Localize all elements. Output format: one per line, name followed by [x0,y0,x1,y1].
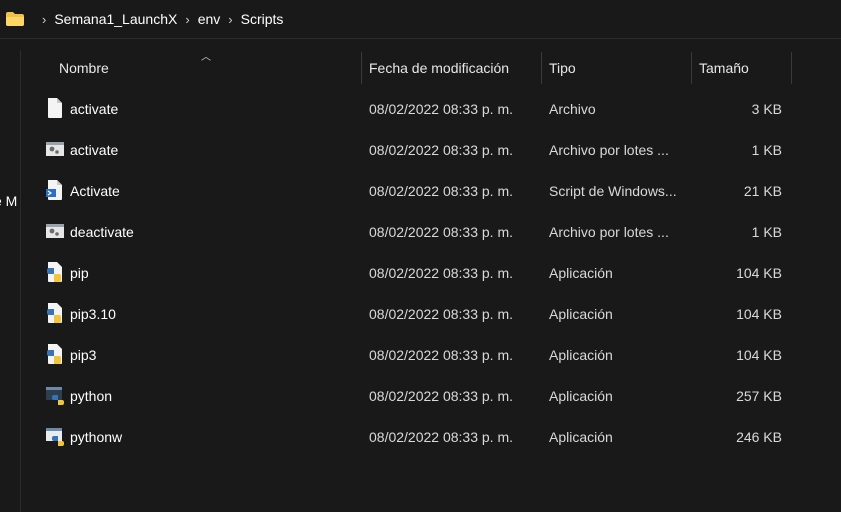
sort-ascending-icon: ︿ [201,52,211,63]
column-divider[interactable] [791,52,792,84]
column-header-name[interactable]: Nombre [59,60,109,76]
file-row[interactable]: pip 08/02/2022 08:33 p. m. Aplicación 10… [22,253,841,294]
file-name: activate [70,101,119,117]
chevron-right-icon[interactable]: › [42,12,46,27]
file-row[interactable]: activate 08/02/2022 08:33 p. m. Archivo … [22,89,841,130]
file-row[interactable]: pip3.10 08/02/2022 08:33 p. m. Aplicació… [22,294,841,335]
breadcrumb-item[interactable]: Semana1_LaunchX [54,11,177,27]
file-date: 08/02/2022 08:33 p. m. [369,265,513,281]
batch-file-icon [46,221,64,241]
file-type: Archivo por lotes ... [549,224,669,240]
file-size: 21 KB [743,183,782,199]
file-date: 08/02/2022 08:33 p. m. [369,306,513,322]
chevron-right-icon[interactable]: › [185,12,189,27]
file-name: python [70,388,113,404]
python-app-icon [46,262,64,282]
file-size: 246 KB [736,429,782,445]
file-date: 08/02/2022 08:33 p. m. [369,429,513,445]
python-console-icon [46,385,64,405]
file-size: 1 KB [751,224,782,240]
chevron-right-icon[interactable]: › [228,12,232,27]
column-header-type[interactable]: Tipo [549,60,576,76]
column-header-row: ︿ Nombre Fecha de modificación Tipo Tama… [22,50,841,86]
file-size: 104 KB [736,347,782,363]
file-type: Aplicación [549,347,613,363]
column-divider[interactable] [541,52,542,84]
file-name: deactivate [70,224,134,240]
file-date: 08/02/2022 08:33 p. m. [369,224,513,240]
file-row[interactable]: pythonw 08/02/2022 08:33 p. m. Aplicació… [22,417,841,458]
python-app-icon [46,344,64,364]
powershell-script-icon [46,180,64,200]
column-header-size[interactable]: Tamaño [699,60,749,76]
file-date: 08/02/2022 08:33 p. m. [369,101,513,117]
file-type: Aplicación [549,306,613,322]
file-type: Aplicación [549,429,613,445]
batch-file-icon [46,139,64,159]
folder-icon [6,12,24,26]
breadcrumb-item[interactable]: Scripts [241,11,284,27]
column-divider[interactable] [361,52,362,84]
file-date: 08/02/2022 08:33 p. m. [369,142,513,158]
python-app-icon [46,303,64,323]
file-name: pip3 [70,347,97,363]
divider [0,38,841,39]
file-type: Archivo por lotes ... [549,142,669,158]
file-name: pip [70,265,89,281]
navigation-pane[interactable] [0,50,21,512]
breadcrumb-item[interactable]: env [198,11,221,27]
file-size: 3 KB [751,101,782,117]
file-size: 257 KB [736,388,782,404]
file-type: Archivo [549,101,596,117]
file-name: pythonw [70,429,123,445]
file-name: Activate [70,183,120,199]
file-date: 08/02/2022 08:33 p. m. [369,347,513,363]
file-size: 104 KB [736,265,782,281]
file-name: pip3.10 [70,306,116,322]
file-size: 104 KB [736,306,782,322]
file-row[interactable]: Activate 08/02/2022 08:33 p. m. Script d… [22,171,841,212]
python-window-icon [46,426,64,446]
file-size: 1 KB [751,142,782,158]
file-date: 08/02/2022 08:33 p. m. [369,388,513,404]
address-bar[interactable]: › Semana1_LaunchX › env › Scripts [0,0,841,38]
file-type: Aplicación [549,265,613,281]
file-row[interactable]: python 08/02/2022 08:33 p. m. Aplicación… [22,376,841,417]
column-divider[interactable] [691,52,692,84]
file-type: Aplicación [549,388,613,404]
file-row[interactable]: deactivate 08/02/2022 08:33 p. m. Archiv… [22,212,841,253]
file-row[interactable]: activate 08/02/2022 08:33 p. m. Archivo … [22,130,841,171]
file-date: 08/02/2022 08:33 p. m. [369,183,513,199]
file-type: Script de Windows... [549,183,677,199]
navigation-pane-item[interactable]: e M [0,193,20,209]
file-row[interactable]: pip3 08/02/2022 08:33 p. m. Aplicación 1… [22,335,841,376]
file-icon [46,98,64,118]
column-header-date[interactable]: Fecha de modificación [369,60,509,76]
file-name: activate [70,142,119,158]
